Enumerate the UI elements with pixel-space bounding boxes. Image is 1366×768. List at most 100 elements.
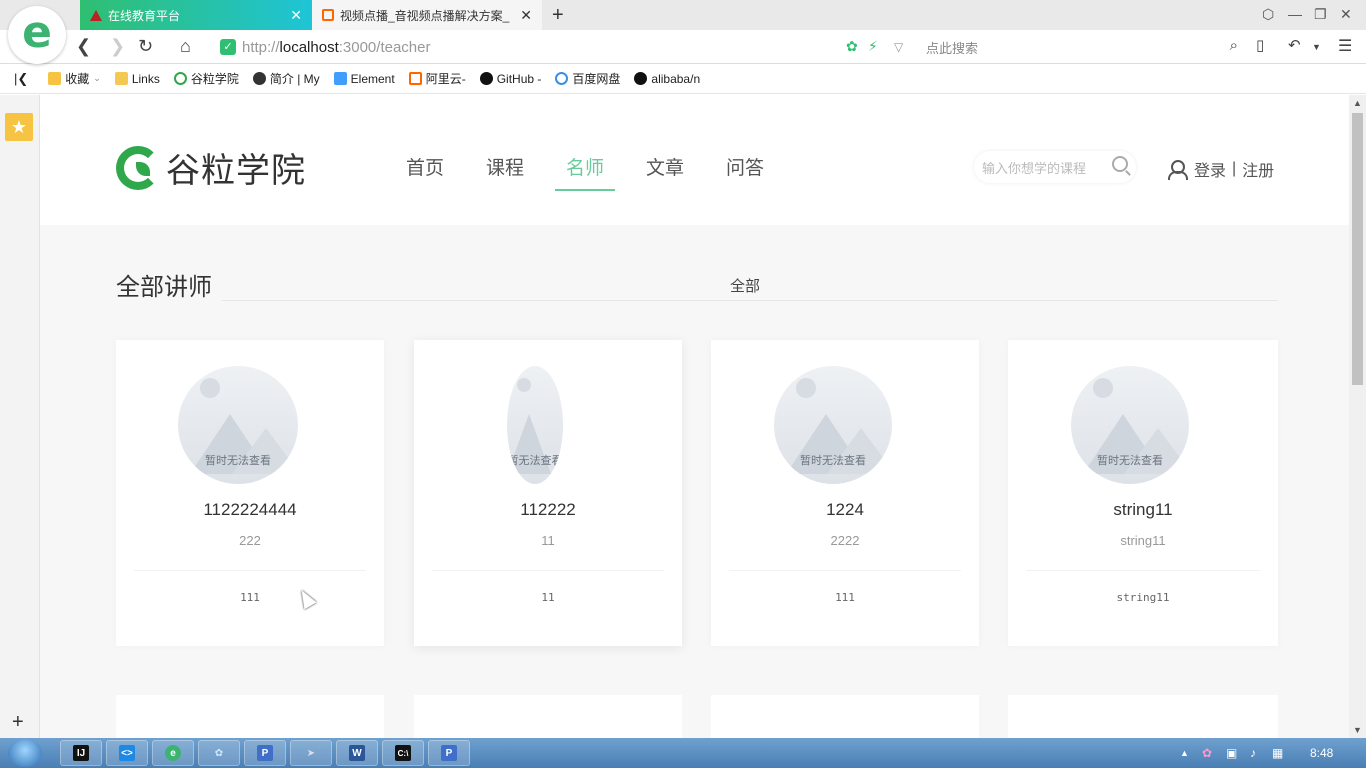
course-search-input[interactable]: 输入你想学的课程 — [974, 151, 1136, 183]
tray-device-icon[interactable]: ▣ — [1226, 746, 1237, 760]
chevron-down-icon[interactable]: ▼ — [1312, 42, 1321, 52]
restore-icon[interactable]: ❐ — [1314, 6, 1327, 23]
teacher-name[interactable]: 112222 — [414, 500, 682, 520]
browser-title-bar: 在线教育平台 ✕ 视频点播_音视频点播解决方案_ ✕ + ⬡ — ❐ ✕ — [0, 0, 1366, 30]
browser-search-input[interactable]: 点此搜索 ⌕ — [918, 36, 1244, 58]
search-icon[interactable]: ⌕ — [1230, 37, 1238, 54]
collapse-sidebar-icon[interactable]: |❮ — [14, 71, 28, 87]
search-icon[interactable] — [1112, 156, 1128, 172]
address-bar[interactable]: ✓ http://localhost:3000/teacher — [220, 34, 910, 60]
taskbar-browser[interactable]: e — [152, 740, 194, 766]
page-scrollbar[interactable]: ▲ ▼ — [1349, 95, 1366, 738]
folder-icon — [114, 72, 128, 85]
chevron-down-icon[interactable]: ▽ — [894, 40, 903, 54]
scroll-up-icon[interactable]: ▲ — [1353, 98, 1362, 108]
speaker-icon[interactable]: ♪ — [1250, 746, 1256, 760]
bookmark-links[interactable]: Links — [114, 72, 160, 86]
login-link[interactable]: 登录 — [1194, 157, 1226, 181]
tab-online-education[interactable]: 在线教育平台 ✕ — [80, 0, 312, 30]
teacher-card-partial[interactable] — [414, 695, 682, 738]
teacher-career: 11 — [541, 591, 555, 604]
minimize-icon[interactable]: — — [1288, 6, 1302, 22]
undo-icon[interactable]: ↶ — [1288, 36, 1301, 54]
taskbar-app9[interactable]: P — [428, 740, 470, 766]
bookmark-alibaba[interactable]: alibaba/n — [634, 72, 700, 86]
site-header: 谷粒学院 首页 课程 名师 文章 问答 输入你想学的课程 登录 | 注册 — [40, 95, 1349, 225]
menu-icon[interactable]: ☰ — [1338, 36, 1352, 56]
browser-sidebar: ★ + — [0, 95, 40, 738]
taskbar-app5[interactable]: P — [244, 740, 286, 766]
reload-icon[interactable]: ↻ — [138, 36, 153, 57]
logo-text: 谷粒学院 — [166, 152, 306, 190]
scroll-down-icon[interactable]: ▼ — [1353, 725, 1362, 735]
tab-label: 视频点播_音视频点播解决方案_ — [340, 8, 510, 23]
lightning-icon[interactable]: ⚡ — [868, 38, 878, 55]
close-window-icon[interactable]: ✕ — [1340, 6, 1352, 23]
tray-expand-icon[interactable]: ▲ — [1180, 748, 1189, 758]
p-icon: P — [257, 745, 273, 761]
teacher-name[interactable]: 1224 — [711, 500, 979, 520]
new-tab-icon[interactable]: + — [552, 4, 564, 27]
network-icon[interactable]: ▦ — [1272, 746, 1283, 760]
back-icon[interactable]: ❮ — [76, 36, 91, 57]
nav-qa[interactable]: 问答 — [726, 153, 764, 180]
teacher-card[interactable]: 暂无法查看 112222 11 11 — [414, 340, 682, 646]
nav-home[interactable]: 首页 — [406, 153, 444, 180]
nav-articles[interactable]: 文章 — [646, 153, 684, 180]
teacher-card[interactable]: 暂时无法查看 1224 2222 111 — [711, 340, 979, 646]
teacher-card-partial[interactable] — [711, 695, 979, 738]
taskbar-cmd[interactable]: C:\ — [382, 740, 424, 766]
close-icon[interactable]: ✕ — [290, 7, 302, 24]
course-search-placeholder: 输入你想学的课程 — [982, 160, 1087, 176]
nav-courses[interactable]: 课程 — [486, 153, 524, 180]
tray-flower-icon[interactable]: ✿ — [1202, 746, 1212, 760]
taskbar-intellij[interactable]: IJ — [60, 740, 102, 766]
aliyun-icon — [408, 72, 422, 85]
add-icon[interactable]: + — [12, 711, 24, 734]
bookmark-github[interactable]: GitHub - — [479, 72, 541, 86]
scroll-thumb[interactable] — [1352, 113, 1363, 385]
teacher-intro: 222 — [239, 533, 261, 548]
teacher-name[interactable]: 1122224444 — [116, 500, 384, 520]
url-prefix: http:// — [242, 38, 280, 56]
taskbar-app4[interactable]: ✿ — [198, 740, 240, 766]
user-icon — [1168, 160, 1188, 180]
teacher-card-partial[interactable] — [1008, 695, 1278, 738]
bookmark-intro[interactable]: 简介 | My — [252, 70, 320, 87]
cloud-icon — [555, 72, 569, 85]
phone-icon[interactable]: ▯ — [1256, 36, 1264, 54]
bookmark-baidu-pan[interactable]: 百度网盘 — [555, 70, 620, 87]
star-icon[interactable]: ★ — [5, 113, 33, 141]
bookmark-element[interactable]: Element — [333, 72, 395, 86]
plugin-icon[interactable]: ✿ — [846, 38, 858, 55]
taskbar-word[interactable]: W — [336, 740, 378, 766]
home-icon[interactable]: ⌂ — [180, 36, 191, 57]
site-logo[interactable]: 谷粒学院 — [116, 143, 306, 192]
taskbar-vscode[interactable]: <> — [106, 740, 148, 766]
chevron-down-icon: ⌄ — [93, 73, 101, 83]
forward-icon[interactable]: ❯ — [110, 36, 125, 57]
register-link[interactable]: 注册 — [1242, 157, 1274, 181]
teacher-card-partial[interactable] — [116, 695, 384, 738]
browser-logo-icon[interactable]: e — [8, 6, 66, 64]
arrow-app-icon: ➤ — [306, 747, 316, 759]
filter-all[interactable]: 全部 — [730, 275, 760, 296]
taskbar-clock[interactable]: 8:48 — [1310, 746, 1333, 760]
bookmark-guli[interactable]: 谷粒学院 — [173, 70, 239, 87]
shirt-icon[interactable]: ⬡ — [1262, 6, 1274, 23]
teacher-card[interactable]: 暂时无法查看 string11 string11 string11 — [1008, 340, 1278, 646]
login-separator: | — [1232, 160, 1237, 177]
bird-icon — [252, 72, 266, 85]
taskbar-app6[interactable]: ➤ — [290, 740, 332, 766]
close-icon[interactable]: ✕ — [520, 7, 532, 24]
teacher-card[interactable]: 暂时无法查看 1122224444 222 111 — [116, 340, 384, 646]
tab-video-on-demand[interactable]: 视频点播_音视频点播解决方案_ ✕ — [312, 0, 542, 30]
word-icon: W — [349, 745, 365, 761]
nav-teachers[interactable]: 名师 — [566, 153, 604, 180]
teacher-name[interactable]: string11 — [1008, 500, 1278, 520]
user-area: 登录 | 注册 — [1168, 157, 1274, 181]
bookmark-aliyun[interactable]: 阿里云- — [408, 70, 466, 87]
windows-start-icon[interactable] — [8, 739, 42, 767]
windows-taskbar: IJ <> e ✿ P ➤ W C:\ P ▲ ✿ ▣ ♪ ▦ 8:48 — [0, 738, 1366, 768]
bookmark-favorites[interactable]: 收藏 ⌄ — [48, 70, 101, 87]
